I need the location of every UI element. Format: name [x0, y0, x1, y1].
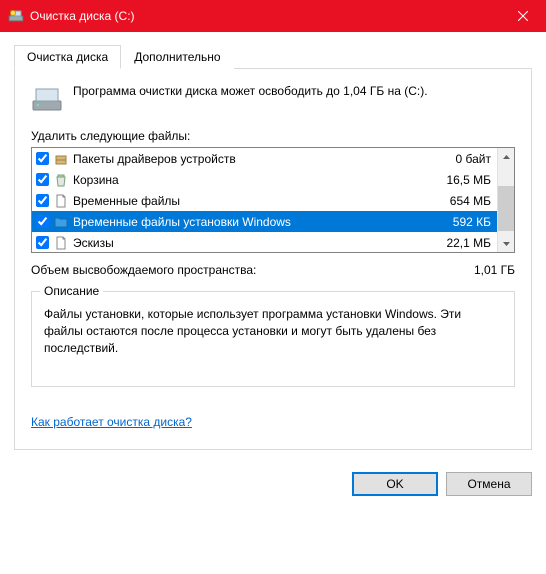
file-size: 16,5 МБ	[433, 173, 493, 187]
file-checkbox[interactable]	[36, 173, 49, 186]
file-name: Корзина	[73, 173, 429, 187]
freed-space-value: 1,01 ГБ	[474, 263, 515, 277]
description-text: Файлы установки, которые использует прог…	[44, 306, 502, 356]
window-title: Очистка диска (C:)	[30, 9, 500, 23]
drive-icon	[31, 83, 63, 115]
file-name: Временные файлы установки Windows	[73, 215, 429, 229]
file-name: Эскизы	[73, 236, 429, 250]
file-list: Пакеты драйверов устройств 0 байт Корзина 1…	[31, 147, 515, 253]
scroll-thumb[interactable]	[498, 186, 514, 231]
delete-files-label: Удалить следующие файлы:	[31, 129, 515, 143]
scrollbar[interactable]	[497, 148, 514, 252]
file-row[interactable]: Эскизы 22,1 МБ	[32, 232, 497, 252]
tab-more-options[interactable]: Дополнительно	[121, 45, 233, 69]
file-row[interactable]: Временные файлы 654 МБ	[32, 190, 497, 211]
file-size: 592 КБ	[433, 215, 493, 229]
titlebar: Очистка диска (C:)	[0, 0, 546, 32]
scroll-track[interactable]	[498, 165, 514, 235]
tab-strip: Очистка диска Дополнительно	[14, 45, 532, 69]
file-row[interactable]: Временные файлы установки Windows 592 КБ	[32, 211, 497, 232]
file-row[interactable]: Пакеты драйверов устройств 0 байт	[32, 148, 497, 169]
file-row[interactable]: Корзина 16,5 МБ	[32, 169, 497, 190]
file-size: 0 байт	[433, 152, 493, 166]
description-legend: Описание	[40, 284, 103, 298]
freed-space-label: Объем высвобождаемого пространства:	[31, 263, 256, 277]
tab-cleanup[interactable]: Очистка диска	[14, 45, 121, 69]
file-checkbox[interactable]	[36, 194, 49, 207]
description-group: Описание Файлы установки, которые исполь…	[31, 291, 515, 387]
file-name: Пакеты драйверов устройств	[73, 152, 429, 166]
file-checkbox[interactable]	[36, 215, 49, 228]
file-type-icon	[53, 193, 69, 209]
file-size: 654 МБ	[433, 194, 493, 208]
drive-cleanup-icon	[8, 8, 24, 24]
tab-panel: Программа очистки диска может освободить…	[14, 68, 532, 450]
file-name: Временные файлы	[73, 194, 429, 208]
file-size: 22,1 МБ	[433, 236, 493, 250]
file-type-icon	[53, 172, 69, 188]
ok-button[interactable]: OK	[352, 472, 438, 496]
file-type-icon	[53, 151, 69, 167]
close-button[interactable]	[500, 0, 546, 32]
file-checkbox[interactable]	[36, 236, 49, 249]
summary-text: Программа очистки диска может освободить…	[73, 83, 428, 100]
file-type-icon	[53, 235, 69, 251]
help-link[interactable]: Как работает очистка диска?	[31, 415, 192, 429]
dialog-buttons: OK Отмена	[0, 462, 546, 510]
scroll-down-button[interactable]	[498, 235, 514, 252]
file-type-icon	[53, 214, 69, 230]
cancel-button[interactable]: Отмена	[446, 472, 532, 496]
scroll-up-button[interactable]	[498, 148, 514, 165]
file-checkbox[interactable]	[36, 152, 49, 165]
